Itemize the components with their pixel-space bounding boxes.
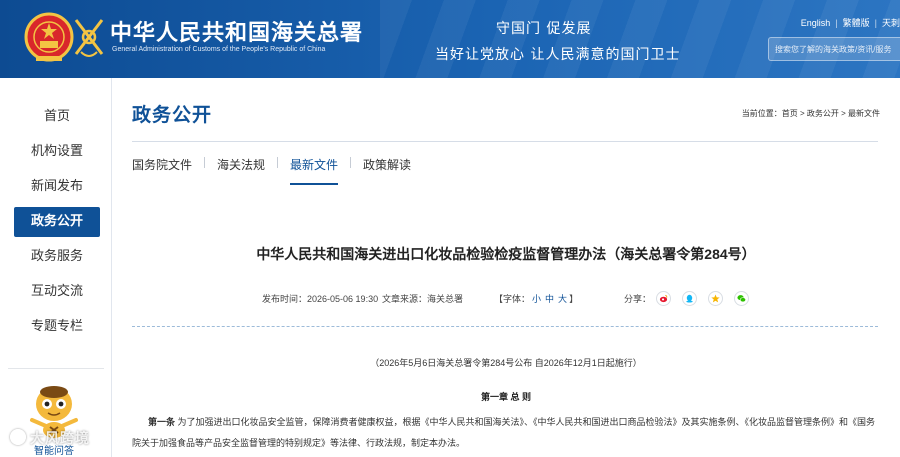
divider: | xyxy=(874,18,877,28)
qq-icon[interactable] xyxy=(682,291,698,306)
font-label-close: 】 xyxy=(569,294,579,304)
page-title: 政务公开 xyxy=(132,104,213,126)
article-source: 文章来源：海关总署 xyxy=(382,292,463,305)
sidebar-item-interaction[interactable]: 互动交流 xyxy=(14,277,100,307)
font-size-control: 【字体：小中大】 xyxy=(494,292,578,305)
divider: | xyxy=(835,18,838,28)
article-text: 为了加强进出口化妆品安全监管，保障消费者健康权益，根据《中华人民共和国海关法》、… xyxy=(132,417,876,448)
language-links: English | 繁體版 | 天刺 xyxy=(801,16,900,29)
share-label: 分享： xyxy=(624,294,652,304)
promulgation-note: （2026年5月6日海关总署令第284号公布 自2026年12月1日起施行） xyxy=(370,358,642,368)
slogan-line-2: 当好让党放心 让人民满意的国门卫士 xyxy=(435,47,681,63)
source-label: 文章来源： xyxy=(382,294,428,304)
qzone-icon[interactable] xyxy=(708,291,724,306)
tab-latest-files[interactable]: 最新文件 xyxy=(290,156,339,185)
tab-policy-interpretation[interactable]: 政策解读 xyxy=(363,156,411,181)
watermark-logo-icon xyxy=(10,429,26,445)
divider xyxy=(132,326,878,327)
source-value: 海关总署 xyxy=(427,294,464,304)
sidebar-item-topics[interactable]: 专题专栏 xyxy=(14,312,100,342)
chapter-heading: 第一章 总 则 xyxy=(480,392,531,402)
watermark: 大风跨境 xyxy=(10,428,90,448)
slogan-line-1: 守国门 促发展 xyxy=(496,21,592,37)
breadcrumb-separator: > xyxy=(838,109,848,118)
sidebar: 首页 机构设置 新闻发布 政务公开 政务服务 互动交流 专题专栏 智能问答 xyxy=(0,78,112,457)
breadcrumb-separator: > xyxy=(797,109,807,118)
lang-english-link[interactable]: English xyxy=(801,18,831,28)
lang-traditional-link[interactable]: 繁體版 xyxy=(843,16,870,29)
customs-badge-icon xyxy=(74,19,104,57)
breadcrumb-item-latest-files[interactable]: 最新文件 xyxy=(848,109,880,118)
font-large-button[interactable]: 大 xyxy=(558,294,567,304)
article-paragraph: 第一条 为了加强进出口化妆品安全监管，保障消费者健康权益，根据《中华人民共和国海… xyxy=(132,412,882,454)
breadcrumb-prefix: 当前位置： xyxy=(741,109,782,118)
publish-time: 发布时间：2026-05-06 19:30 xyxy=(262,292,378,305)
breadcrumb: 当前位置：首页 > 政务公开 > 最新文件 xyxy=(742,108,880,119)
watermark-text: 大风跨境 xyxy=(30,431,90,447)
breadcrumb-item-home[interactable]: 首页 xyxy=(782,109,798,118)
main-content: 政务公开 当前位置：首页 > 政务公开 > 最新文件 国务院文件 海关法规 最新文件… xyxy=(112,78,900,457)
tab-state-council-files[interactable]: 国务院文件 xyxy=(132,156,192,181)
weibo-icon[interactable] xyxy=(656,291,671,306)
publish-time-value: 2026-05-06 19:30 xyxy=(307,294,379,304)
font-label-open: 【字体： xyxy=(494,294,531,304)
divider xyxy=(350,157,352,168)
publish-time-label: 发布时间： xyxy=(262,294,308,304)
font-small-button[interactable]: 小 xyxy=(532,294,541,304)
tab-customs-regulations[interactable]: 海关法规 xyxy=(217,156,265,181)
article-title: 中华人民共和国海关进出口化妆品检验检疫监督管理办法（海关总署令第284号） xyxy=(256,246,756,262)
sidebar-item-government-affairs[interactable]: 政务公开 xyxy=(14,207,100,237)
tab-bar: 国务院文件 海关法规 最新文件 政策解读 xyxy=(132,154,411,185)
national-emblem-icon[interactable] xyxy=(24,12,74,64)
breadcrumb-item-government-affairs[interactable]: 政务公开 xyxy=(807,109,839,118)
font-medium-button[interactable]: 中 xyxy=(545,294,554,304)
sidebar-item-services[interactable]: 政务服务 xyxy=(14,242,100,272)
wechat-icon[interactable] xyxy=(734,291,750,306)
site-title[interactable]: 中华人民共和国海关总署 xyxy=(110,15,363,47)
site-subtitle: General Administration of Customs of the… xyxy=(112,46,326,53)
lang-more-link[interactable]: 天刺 xyxy=(882,16,900,29)
divider xyxy=(8,368,104,369)
search-input[interactable]: 搜索您了解的海关政策/资讯/服务 xyxy=(768,37,900,61)
article-number: 第一条 xyxy=(148,417,176,427)
divider xyxy=(204,157,206,168)
divider xyxy=(132,141,878,142)
sidebar-item-organization[interactable]: 机构设置 xyxy=(14,137,100,167)
site-header: 中华人民共和国海关总署 General Administration of Cu… xyxy=(0,0,900,78)
share-buttons xyxy=(656,288,755,307)
divider xyxy=(277,157,279,168)
sidebar-item-news[interactable]: 新闻发布 xyxy=(14,172,100,202)
sidebar-item-home[interactable]: 首页 xyxy=(14,102,100,132)
